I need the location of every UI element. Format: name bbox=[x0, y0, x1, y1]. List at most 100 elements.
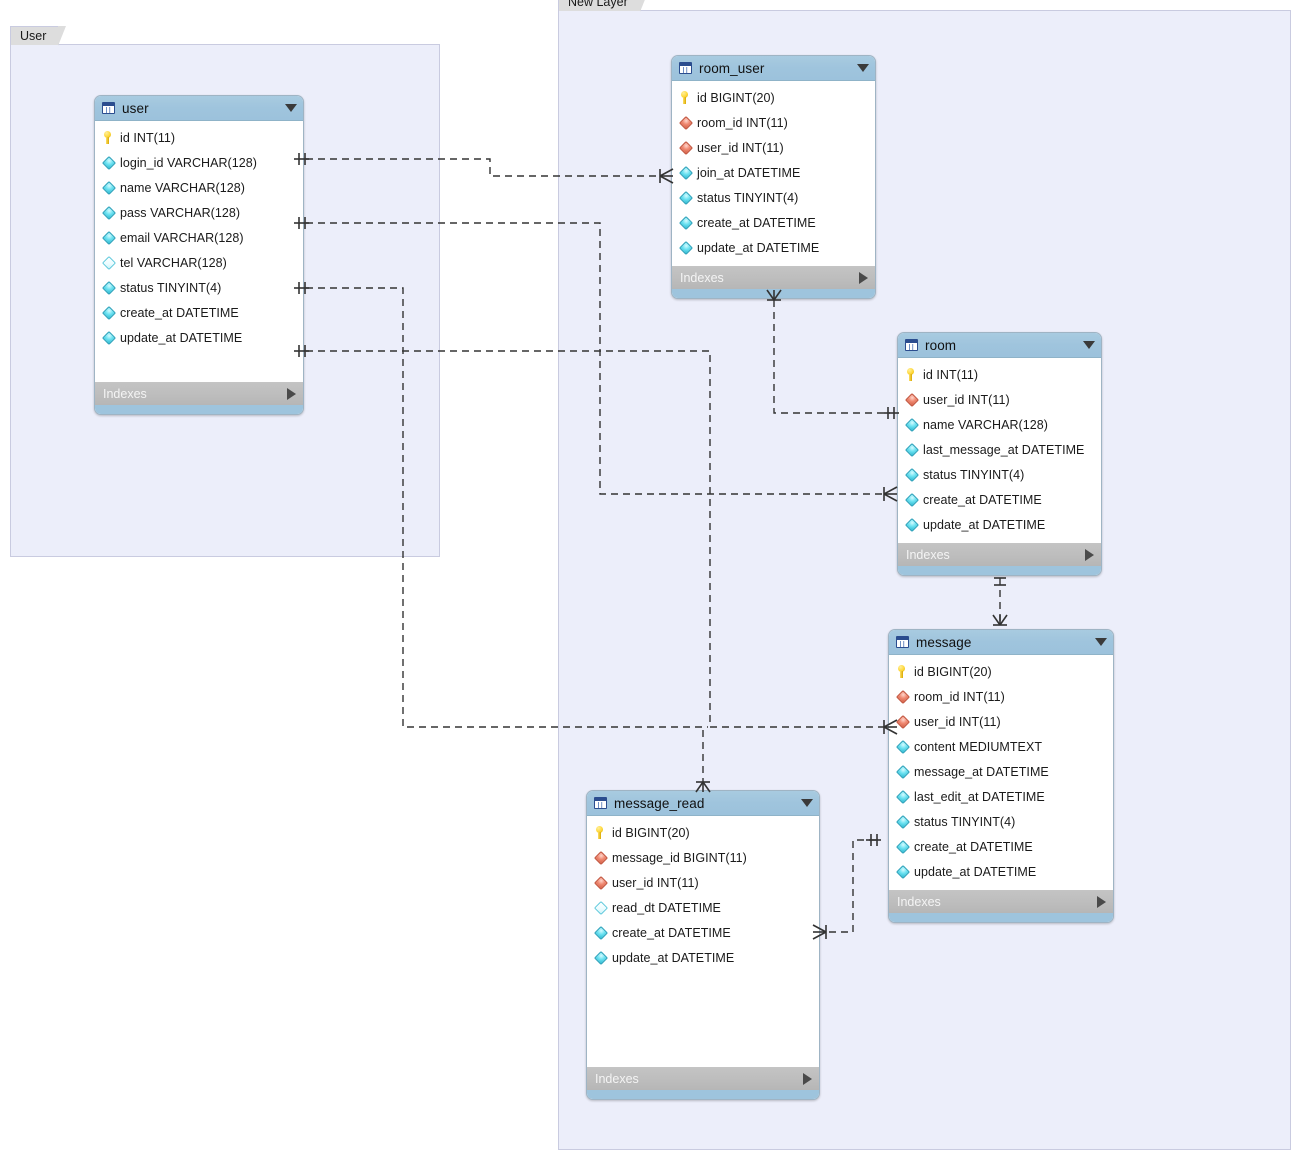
indexes-bar-message[interactable]: Indexes bbox=[889, 889, 1113, 913]
column-icon bbox=[904, 417, 920, 432]
field-label: user_id INT(11) bbox=[923, 392, 1010, 407]
field-label: update_at DATETIME bbox=[120, 330, 243, 345]
diagram-canvas[interactable]: User New Layer user id INT(11) login_id … bbox=[0, 0, 1301, 1162]
primary-key-icon bbox=[897, 665, 906, 678]
table-field[interactable]: last_edit_at DATETIME bbox=[889, 784, 1113, 809]
table-icon bbox=[896, 636, 909, 648]
table-field[interactable]: user_id INT(11) bbox=[889, 709, 1113, 734]
table-field[interactable]: status TINYINT(4) bbox=[672, 185, 875, 210]
field-icon-null bbox=[593, 900, 609, 915]
primary-key-icon bbox=[680, 91, 689, 104]
table-message[interactable]: message id BIGINT(20) room_id INT(11) user_… bbox=[888, 629, 1114, 923]
table-field[interactable]: login_id VARCHAR(128) bbox=[95, 150, 303, 175]
chevron-right-icon[interactable] bbox=[287, 387, 296, 400]
table-field[interactable]: room_id INT(11) bbox=[889, 684, 1113, 709]
field-icon-col bbox=[904, 417, 920, 432]
chevron-down-icon[interactable] bbox=[1083, 341, 1095, 349]
chevron-right-icon[interactable] bbox=[1085, 548, 1094, 561]
table-room_user[interactable]: room_userid BIGINT(20) room_id INT(11) use… bbox=[671, 55, 876, 299]
table-field[interactable]: last_message_at DATETIME bbox=[898, 437, 1101, 462]
table-header-room_user[interactable]: room_user bbox=[672, 56, 875, 81]
field-icon-col bbox=[895, 739, 911, 754]
table-field[interactable]: user_id INT(11) bbox=[587, 870, 819, 895]
table-field[interactable]: message_at DATETIME bbox=[889, 759, 1113, 784]
table-field[interactable]: status TINYINT(4) bbox=[898, 462, 1101, 487]
field-icon-col bbox=[678, 215, 694, 230]
table-field[interactable]: name VARCHAR(128) bbox=[95, 175, 303, 200]
column-icon bbox=[895, 839, 911, 854]
table-field[interactable]: pass VARCHAR(128) bbox=[95, 200, 303, 225]
table-field[interactable]: update_at DATETIME bbox=[587, 945, 819, 970]
nullable-column-icon bbox=[101, 255, 117, 270]
field-label: tel VARCHAR(128) bbox=[120, 255, 227, 270]
table-field[interactable]: create_at DATETIME bbox=[672, 210, 875, 235]
field-label: id INT(11) bbox=[120, 130, 176, 145]
table-field[interactable]: id INT(11) bbox=[898, 362, 1101, 387]
chevron-right-icon[interactable] bbox=[859, 271, 868, 284]
chevron-down-icon[interactable] bbox=[801, 799, 813, 807]
table-room[interactable]: room id INT(11) user_id INT(11) name VARCHA… bbox=[897, 332, 1102, 576]
table-field[interactable]: id INT(11) bbox=[95, 125, 303, 150]
table-header-user[interactable]: user bbox=[95, 96, 303, 121]
field-label: user_id INT(11) bbox=[697, 140, 784, 155]
table-field[interactable]: create_at DATETIME bbox=[898, 487, 1101, 512]
table-field[interactable]: user_id INT(11) bbox=[672, 135, 875, 160]
table-field[interactable]: id BIGINT(20) bbox=[672, 85, 875, 110]
table-footer bbox=[587, 1090, 819, 1099]
column-icon bbox=[101, 230, 117, 245]
table-field[interactable]: content MEDIUMTEXT bbox=[889, 734, 1113, 759]
indexes-label: Indexes bbox=[680, 270, 724, 285]
foreign-key-icon bbox=[895, 689, 911, 704]
table-field[interactable]: update_at DATETIME bbox=[95, 325, 303, 350]
table-user[interactable]: user id INT(11) login_id VARCHAR(128) name … bbox=[94, 95, 304, 415]
layer-user-tab[interactable]: User bbox=[10, 26, 67, 46]
table-field[interactable]: read_dt DATETIME bbox=[587, 895, 819, 920]
indexes-bar-user[interactable]: Indexes bbox=[95, 381, 303, 405]
table-field[interactable]: create_at DATETIME bbox=[95, 300, 303, 325]
field-icon-col bbox=[904, 492, 920, 507]
table-header-message_read[interactable]: message_read bbox=[587, 791, 819, 816]
chevron-down-icon[interactable] bbox=[285, 104, 297, 112]
chevron-right-icon[interactable] bbox=[1097, 895, 1106, 908]
indexes-bar-room_user[interactable]: Indexes bbox=[672, 265, 875, 289]
table-field[interactable]: status TINYINT(4) bbox=[95, 275, 303, 300]
foreign-key-icon bbox=[895, 714, 911, 729]
table-field[interactable]: status TINYINT(4) bbox=[889, 809, 1113, 834]
indexes-bar-message_read[interactable]: Indexes bbox=[587, 1066, 819, 1090]
table-field[interactable]: room_id INT(11) bbox=[672, 110, 875, 135]
table-field[interactable]: create_at DATETIME bbox=[889, 834, 1113, 859]
field-label: user_id INT(11) bbox=[914, 714, 1001, 729]
primary-key-icon bbox=[103, 131, 112, 144]
table-field[interactable]: update_at DATETIME bbox=[898, 512, 1101, 537]
table-field[interactable]: user_id INT(11) bbox=[898, 387, 1101, 412]
table-field[interactable]: update_at DATETIME bbox=[672, 235, 875, 260]
table-field[interactable]: id BIGINT(20) bbox=[889, 659, 1113, 684]
table-header-message[interactable]: message bbox=[889, 630, 1113, 655]
table-header-room[interactable]: room bbox=[898, 333, 1101, 358]
chevron-right-icon[interactable] bbox=[803, 1072, 812, 1085]
table-message_read[interactable]: message_readid BIGINT(20) message_id BIGI… bbox=[586, 790, 820, 1100]
table-field[interactable]: email VARCHAR(128) bbox=[95, 225, 303, 250]
table-field[interactable]: tel VARCHAR(128) bbox=[95, 250, 303, 275]
field-label: user_id INT(11) bbox=[612, 875, 699, 890]
indexes-bar-room[interactable]: Indexes bbox=[898, 542, 1101, 566]
layer-new-tab[interactable]: New Layer bbox=[558, 0, 648, 12]
table-field[interactable]: update_at DATETIME bbox=[889, 859, 1113, 884]
field-label: last_message_at DATETIME bbox=[923, 442, 1085, 457]
field-label: pass VARCHAR(128) bbox=[120, 205, 241, 220]
field-icon-fk bbox=[593, 850, 609, 865]
table-field[interactable]: message_id BIGINT(11) bbox=[587, 845, 819, 870]
column-icon bbox=[101, 155, 117, 170]
field-icon-fk bbox=[678, 115, 694, 130]
chevron-down-icon[interactable] bbox=[1095, 638, 1107, 646]
chevron-down-icon[interactable] bbox=[857, 64, 869, 72]
column-icon bbox=[904, 467, 920, 482]
table-field[interactable]: join_at DATETIME bbox=[672, 160, 875, 185]
column-icon bbox=[101, 330, 117, 345]
field-icon-pk bbox=[897, 665, 909, 678]
table-field[interactable]: name VARCHAR(128) bbox=[898, 412, 1101, 437]
table-title: message_read bbox=[614, 795, 705, 811]
table-field[interactable]: create_at DATETIME bbox=[587, 920, 819, 945]
table-icon bbox=[679, 62, 692, 74]
table-field[interactable]: id BIGINT(20) bbox=[587, 820, 819, 845]
